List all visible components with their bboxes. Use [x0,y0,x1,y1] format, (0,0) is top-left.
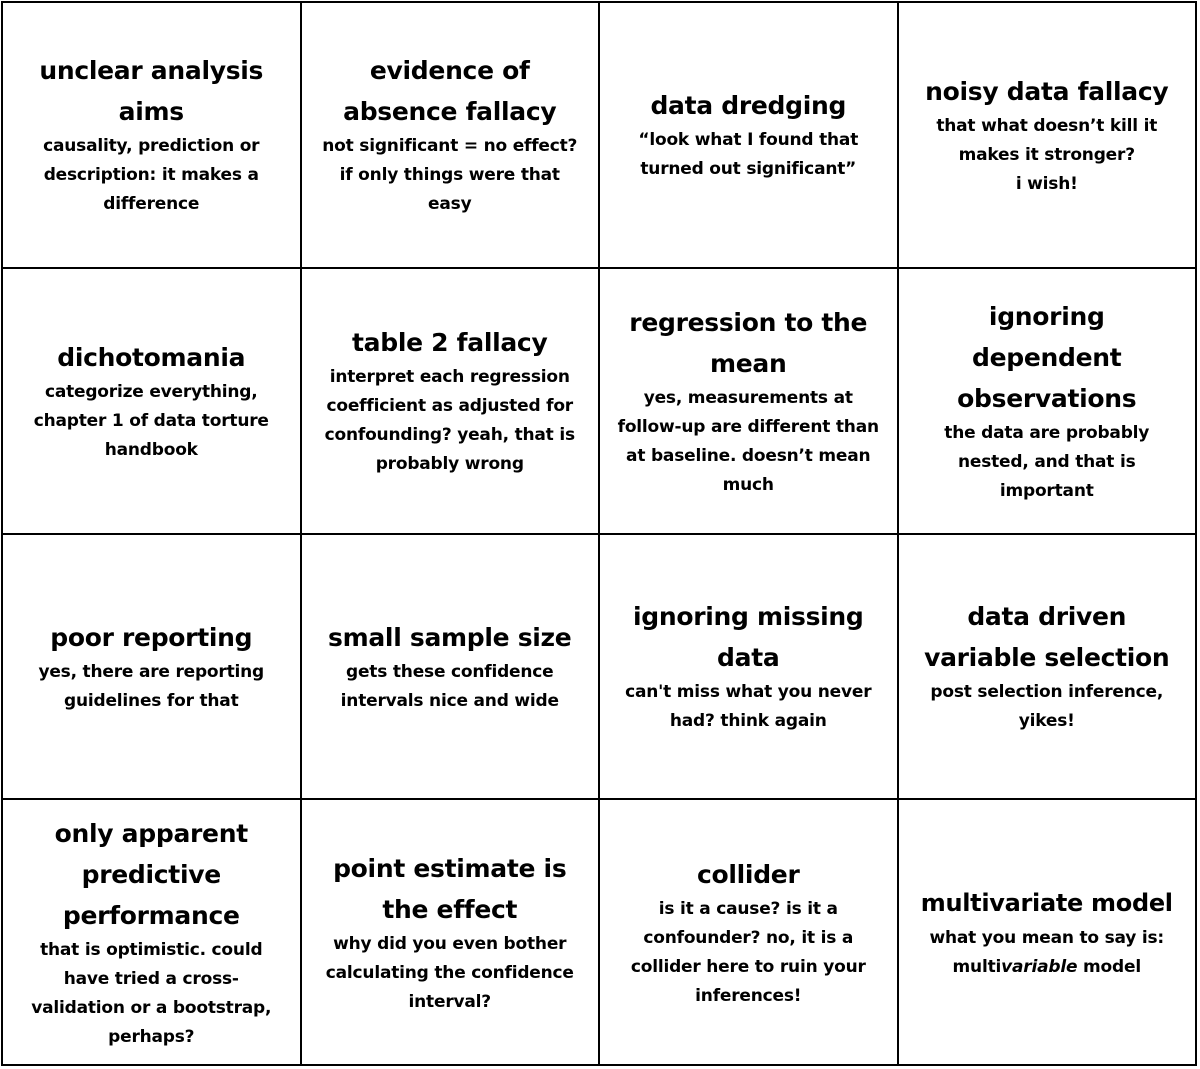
cell-description: yes, there are reporting guidelines for … [38,661,265,711]
cell-description-line-2: i wish! [1015,173,1078,194]
bingo-cell-ignoring-dependent-observations: ignoring dependent observations the data… [898,268,1197,535]
bingo-cell-data-dredging: data dredging “look what I found that tu… [600,3,899,269]
desc-prefix-text: multi [952,956,1002,977]
cell-title: table 2 fallacy [352,328,548,358]
bingo-cell-multivariate-model: multivariate model what you mean to say … [898,800,1197,1066]
cell-description: interpret each regression coefficient as… [324,367,575,475]
bingo-cell-poor-reporting: poor reporting yes, there are reporting … [3,534,302,801]
bingo-cell-ignoring-missing-data: ignoring missing data can't miss what yo… [600,534,899,801]
cell-description: that is optimistic. could have tried a c… [31,939,272,1047]
cell-title: data driven variable selection [924,602,1170,673]
cell-title: only apparent predictive performance [54,818,249,930]
bingo-cell-point-estimate-is-the-effect: point estimate is the effect why did you… [301,800,600,1066]
cell-title: evidence of absence fallacy [343,56,557,127]
cell-title: noisy data fallacy [925,76,1169,106]
cell-description: gets these confidence intervals nice and… [340,661,559,711]
cell-description: why did you even bother calculating the … [325,933,574,1012]
cell-title: point estimate is the effect [333,853,567,924]
desc-suffix-text: model [1077,956,1141,977]
cell-description: yes, measurements at follow-up are diffe… [617,387,879,495]
bingo-cell-dichotomania: dichotomania categorize everything, chap… [3,268,302,535]
cell-title: regression to the mean [629,307,868,378]
cell-title: ignoring missing data [632,602,864,673]
bingo-cell-noisy-data-fallacy: noisy data fallacy that what doesn’t kil… [898,3,1197,269]
cell-description-line-1: that what doesn’t kill it makes it stron… [936,115,1158,165]
bingo-cell-collider: collider is it a cause? is it a confound… [600,800,899,1066]
cell-description: categorize everything, chapter 1 of data… [33,381,269,460]
bingo-cell-only-apparent-predictive-performance: only apparent predictive performance tha… [3,800,302,1066]
cell-title: collider [697,859,800,889]
cell-title: multivariate model [920,888,1173,917]
bingo-grid: unclear analysis aims causality, predict… [1,1,1197,1066]
cell-description-line-2: multivariable model [952,953,1142,982]
cell-title: small sample size [328,622,572,652]
bingo-cell-table-2-fallacy: table 2 fallacy interpret each regressio… [301,268,600,535]
bingo-cell-data-driven-variable-selection: data driven variable selection post sele… [898,534,1197,801]
cell-description: “look what I found that turned out signi… [638,130,859,180]
cell-description: can't miss what you never had? think aga… [625,682,872,732]
cell-title: poor reporting [50,622,253,652]
cell-description: not significant = no effect? if only thi… [322,136,578,215]
cell-title: data dredging [650,91,847,121]
cell-description: is it a cause? is it a confounder? no, i… [630,898,866,1006]
cell-title: dichotomania [57,342,246,372]
bingo-cell-regression-to-the-mean: regression to the mean yes, measurements… [600,268,899,535]
cell-description: the data are probably nested, and that i… [944,422,1150,501]
bingo-cell-small-sample-size: small sample size gets these confidence … [301,534,600,801]
cell-title: ignoring dependent observations [957,301,1137,413]
bingo-cell-unclear-analysis-aims: unclear analysis aims causality, predict… [3,3,302,269]
bingo-cell-evidence-of-absence-fallacy: evidence of absence fallacy not signific… [301,3,600,269]
cell-description-line-1: what you mean to say is: [929,927,1165,948]
cell-description: post selection inference, yikes! [930,682,1164,732]
desc-emphasis-text: variable [1001,956,1078,977]
cell-title: unclear analysis aims [39,56,264,127]
cell-description: causality, prediction or description: it… [43,136,260,215]
